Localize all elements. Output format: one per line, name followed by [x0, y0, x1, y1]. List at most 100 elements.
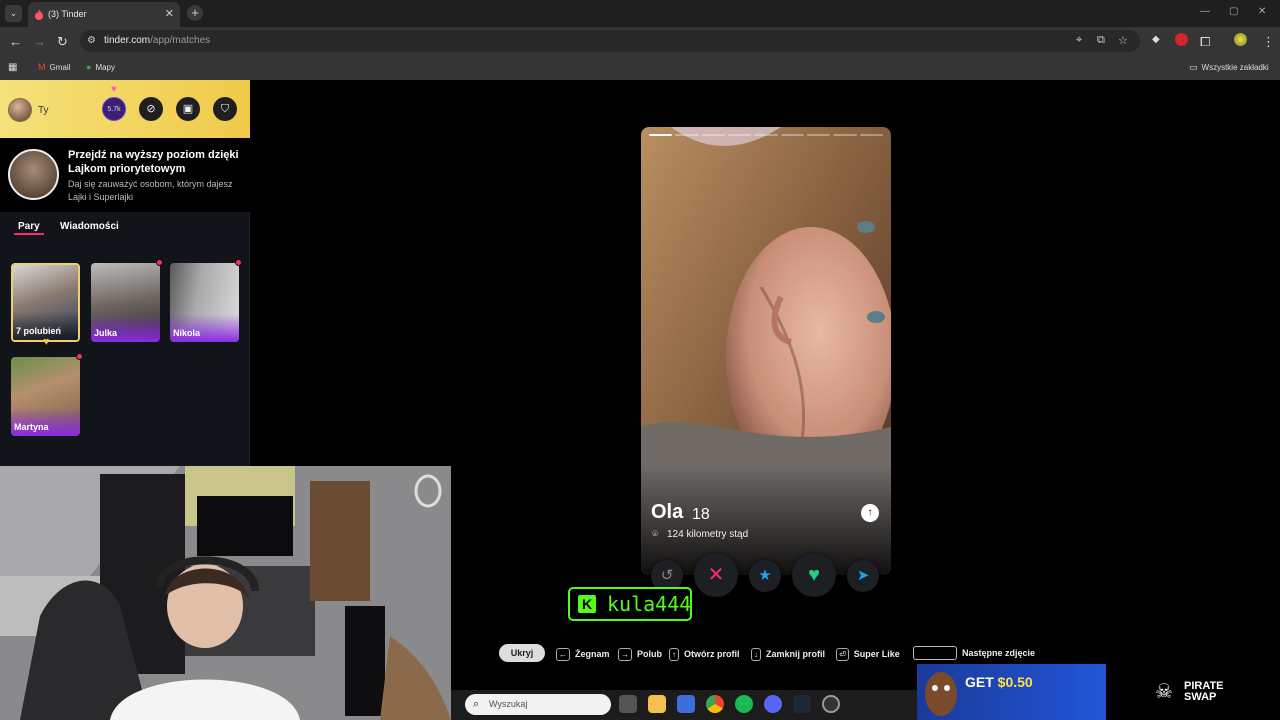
install-app-icon[interactable]: ⧉: [1097, 34, 1105, 47]
photo-progress-bar: [807, 134, 831, 136]
kick-channel-badge: K kula444: [568, 587, 692, 621]
active-tab-underline: [14, 233, 44, 235]
new-tab-button[interactable]: +: [187, 5, 203, 21]
maximize-icon[interactable]: ▢: [1229, 6, 1238, 17]
reload-icon[interactable]: ↻: [57, 34, 68, 50]
discord-icon[interactable]: [764, 695, 782, 713]
hint-open-profile: ↑ Otwórz profil: [669, 648, 740, 661]
browser-toolbar: ← → ↻ ⚙ tinder.com/app/matches ⌖ ⧉ ☆ ◆ ⧠…: [0, 27, 1280, 56]
match-name: Martyna: [14, 422, 49, 432]
hide-hints-button[interactable]: Ukryj: [499, 644, 545, 662]
ad-text: GET $0.50: [965, 674, 1033, 690]
close-tab-icon[interactable]: ✕: [165, 7, 174, 20]
bookmark-star-icon[interactable]: ☆: [1118, 34, 1128, 47]
tab-messages[interactable]: Wiadomości: [60, 221, 119, 232]
open-profile-icon[interactable]: ↑: [861, 504, 879, 522]
menu-icon[interactable]: ⋮: [1262, 34, 1275, 50]
shield-icon[interactable]: ⛉: [213, 97, 237, 121]
site-info-icon[interactable]: ⚙: [87, 35, 96, 46]
match-name: Julka: [94, 328, 118, 338]
search-icon: ⌕: [473, 698, 480, 710]
priority-likes-promo[interactable]: Przejdź na wyższy poziom dzięki Lajkom p…: [0, 138, 250, 212]
bookmark-gmail[interactable]: M Gmail: [38, 62, 70, 72]
file-explorer-icon[interactable]: [648, 695, 666, 713]
profile-avatar[interactable]: [1234, 33, 1247, 46]
likes-count-label: 7 polubień: [16, 326, 61, 336]
briefcase-icon[interactable]: ▣: [176, 97, 200, 121]
tab-strip: ⌄ (3) Tinder ✕ + — ▢ ✕: [0, 0, 1280, 27]
explore-compass-icon[interactable]: ⊘: [139, 97, 163, 121]
photo-progress-bar: [728, 134, 752, 136]
hint-superlike: ⏎ Super Like: [836, 648, 900, 661]
hint-close-profile: ↓ Zamknij profil: [751, 648, 825, 661]
space-key-icon: [913, 646, 957, 660]
address-bar[interactable]: ⚙ tinder.com/app/matches ⌖ ⧉ ☆: [80, 30, 1140, 52]
likes-card[interactable]: 7 polubień: [11, 263, 80, 342]
apps-grid-icon[interactable]: ▦: [8, 62, 17, 73]
extension-icon[interactable]: ◆: [1152, 34, 1160, 45]
match-card-nikola[interactable]: Nikola: [170, 263, 239, 342]
spotify-icon[interactable]: [735, 695, 753, 713]
like-heart-icon[interactable]: ♥: [792, 553, 836, 597]
webcam-overlay: [0, 466, 451, 720]
nope-x-icon[interactable]: ✕: [694, 553, 738, 597]
extensions-puzzle-icon[interactable]: ⧠: [1200, 34, 1210, 50]
photo-progress-bar: [754, 134, 778, 136]
close-window-icon[interactable]: ✕: [1258, 6, 1266, 17]
promo-avatar: [8, 149, 59, 200]
all-bookmarks[interactable]: ▭ Wszystkie zakładki: [1189, 62, 1269, 73]
widgets-icon[interactable]: [677, 695, 695, 713]
new-match-dot: [76, 353, 83, 360]
tab-title: (3) Tinder: [48, 9, 87, 19]
steam-icon[interactable]: [793, 695, 811, 713]
hint-next-photo: Następne zdjęcie: [962, 648, 1036, 658]
superlike-star-icon[interactable]: ★: [749, 560, 781, 592]
kick-logo-icon: K: [578, 595, 596, 613]
taskbar-search-input[interactable]: ⌕ Wyszukaj: [465, 694, 611, 715]
hint-like: → Polub: [618, 648, 662, 661]
right-arrow-key-icon: →: [618, 648, 632, 661]
task-view-icon[interactable]: [619, 695, 637, 713]
profile-card[interactable]: Ola 18 ↑ ⌾ 124 kilometry stąd: [641, 127, 891, 575]
photo-progress-bar: [675, 134, 699, 136]
heart-icon: ♥: [111, 84, 117, 95]
enter-key-icon: ⏎: [836, 648, 849, 661]
photo-progress-bar: [701, 134, 725, 136]
down-arrow-key-icon: ↓: [751, 648, 761, 661]
my-profile-label[interactable]: Ty: [38, 105, 49, 116]
tab-pairs[interactable]: Pary: [18, 221, 40, 232]
folder-icon: ▭: [1189, 62, 1198, 72]
kick-channel-name: kula444: [607, 592, 692, 616]
send-message-icon[interactable]: ➤: [847, 560, 879, 592]
tab-list-button[interactable]: ⌄: [5, 5, 22, 22]
obs-icon[interactable]: [822, 695, 840, 713]
matches-sidebar: Ty ♥ 5.7k ⊘ ▣ ⛉ Przejdź na wyższy poziom…: [0, 80, 250, 466]
up-arrow-key-icon: ↑: [669, 648, 679, 661]
new-match-dot: [235, 259, 242, 266]
back-icon[interactable]: ←: [9, 34, 22, 49]
browser-tab[interactable]: (3) Tinder ✕: [28, 2, 180, 27]
ad-banner[interactable]: GET $0.50: [917, 664, 1106, 720]
pirate-character-icon: [925, 672, 957, 716]
location-icon[interactable]: ⌖: [1076, 34, 1082, 47]
avatar[interactable]: [8, 98, 32, 122]
adblock-icon[interactable]: [1175, 33, 1188, 46]
profile-distance: 124 kilometry stąd: [667, 529, 749, 540]
url-text: tinder.com/app/matches: [104, 35, 211, 46]
windows-taskbar: ⌕ Wyszukaj: [451, 690, 917, 720]
photo-progress-bar: [833, 134, 857, 136]
sidebar-header: Ty ♥ 5.7k ⊘ ▣ ⛉: [0, 80, 250, 138]
location-pin-icon: ⌾: [652, 529, 658, 540]
photo-progress-bar: [649, 134, 673, 136]
tinder-flame-icon: [35, 9, 43, 20]
likes-count-button[interactable]: 5.7k: [102, 97, 126, 121]
bookmark-maps[interactable]: ● Mapy: [86, 62, 115, 72]
minimize-icon[interactable]: —: [1200, 6, 1210, 17]
maps-pin-icon: ●: [86, 62, 92, 72]
forward-icon[interactable]: →: [33, 34, 46, 49]
profile-age: 18: [692, 506, 710, 523]
match-card-martyna[interactable]: Martyna: [11, 357, 80, 436]
search-placeholder: Wyszukaj: [489, 699, 528, 709]
chrome-icon[interactable]: [706, 695, 724, 713]
match-card-julka[interactable]: Julka: [91, 263, 160, 342]
